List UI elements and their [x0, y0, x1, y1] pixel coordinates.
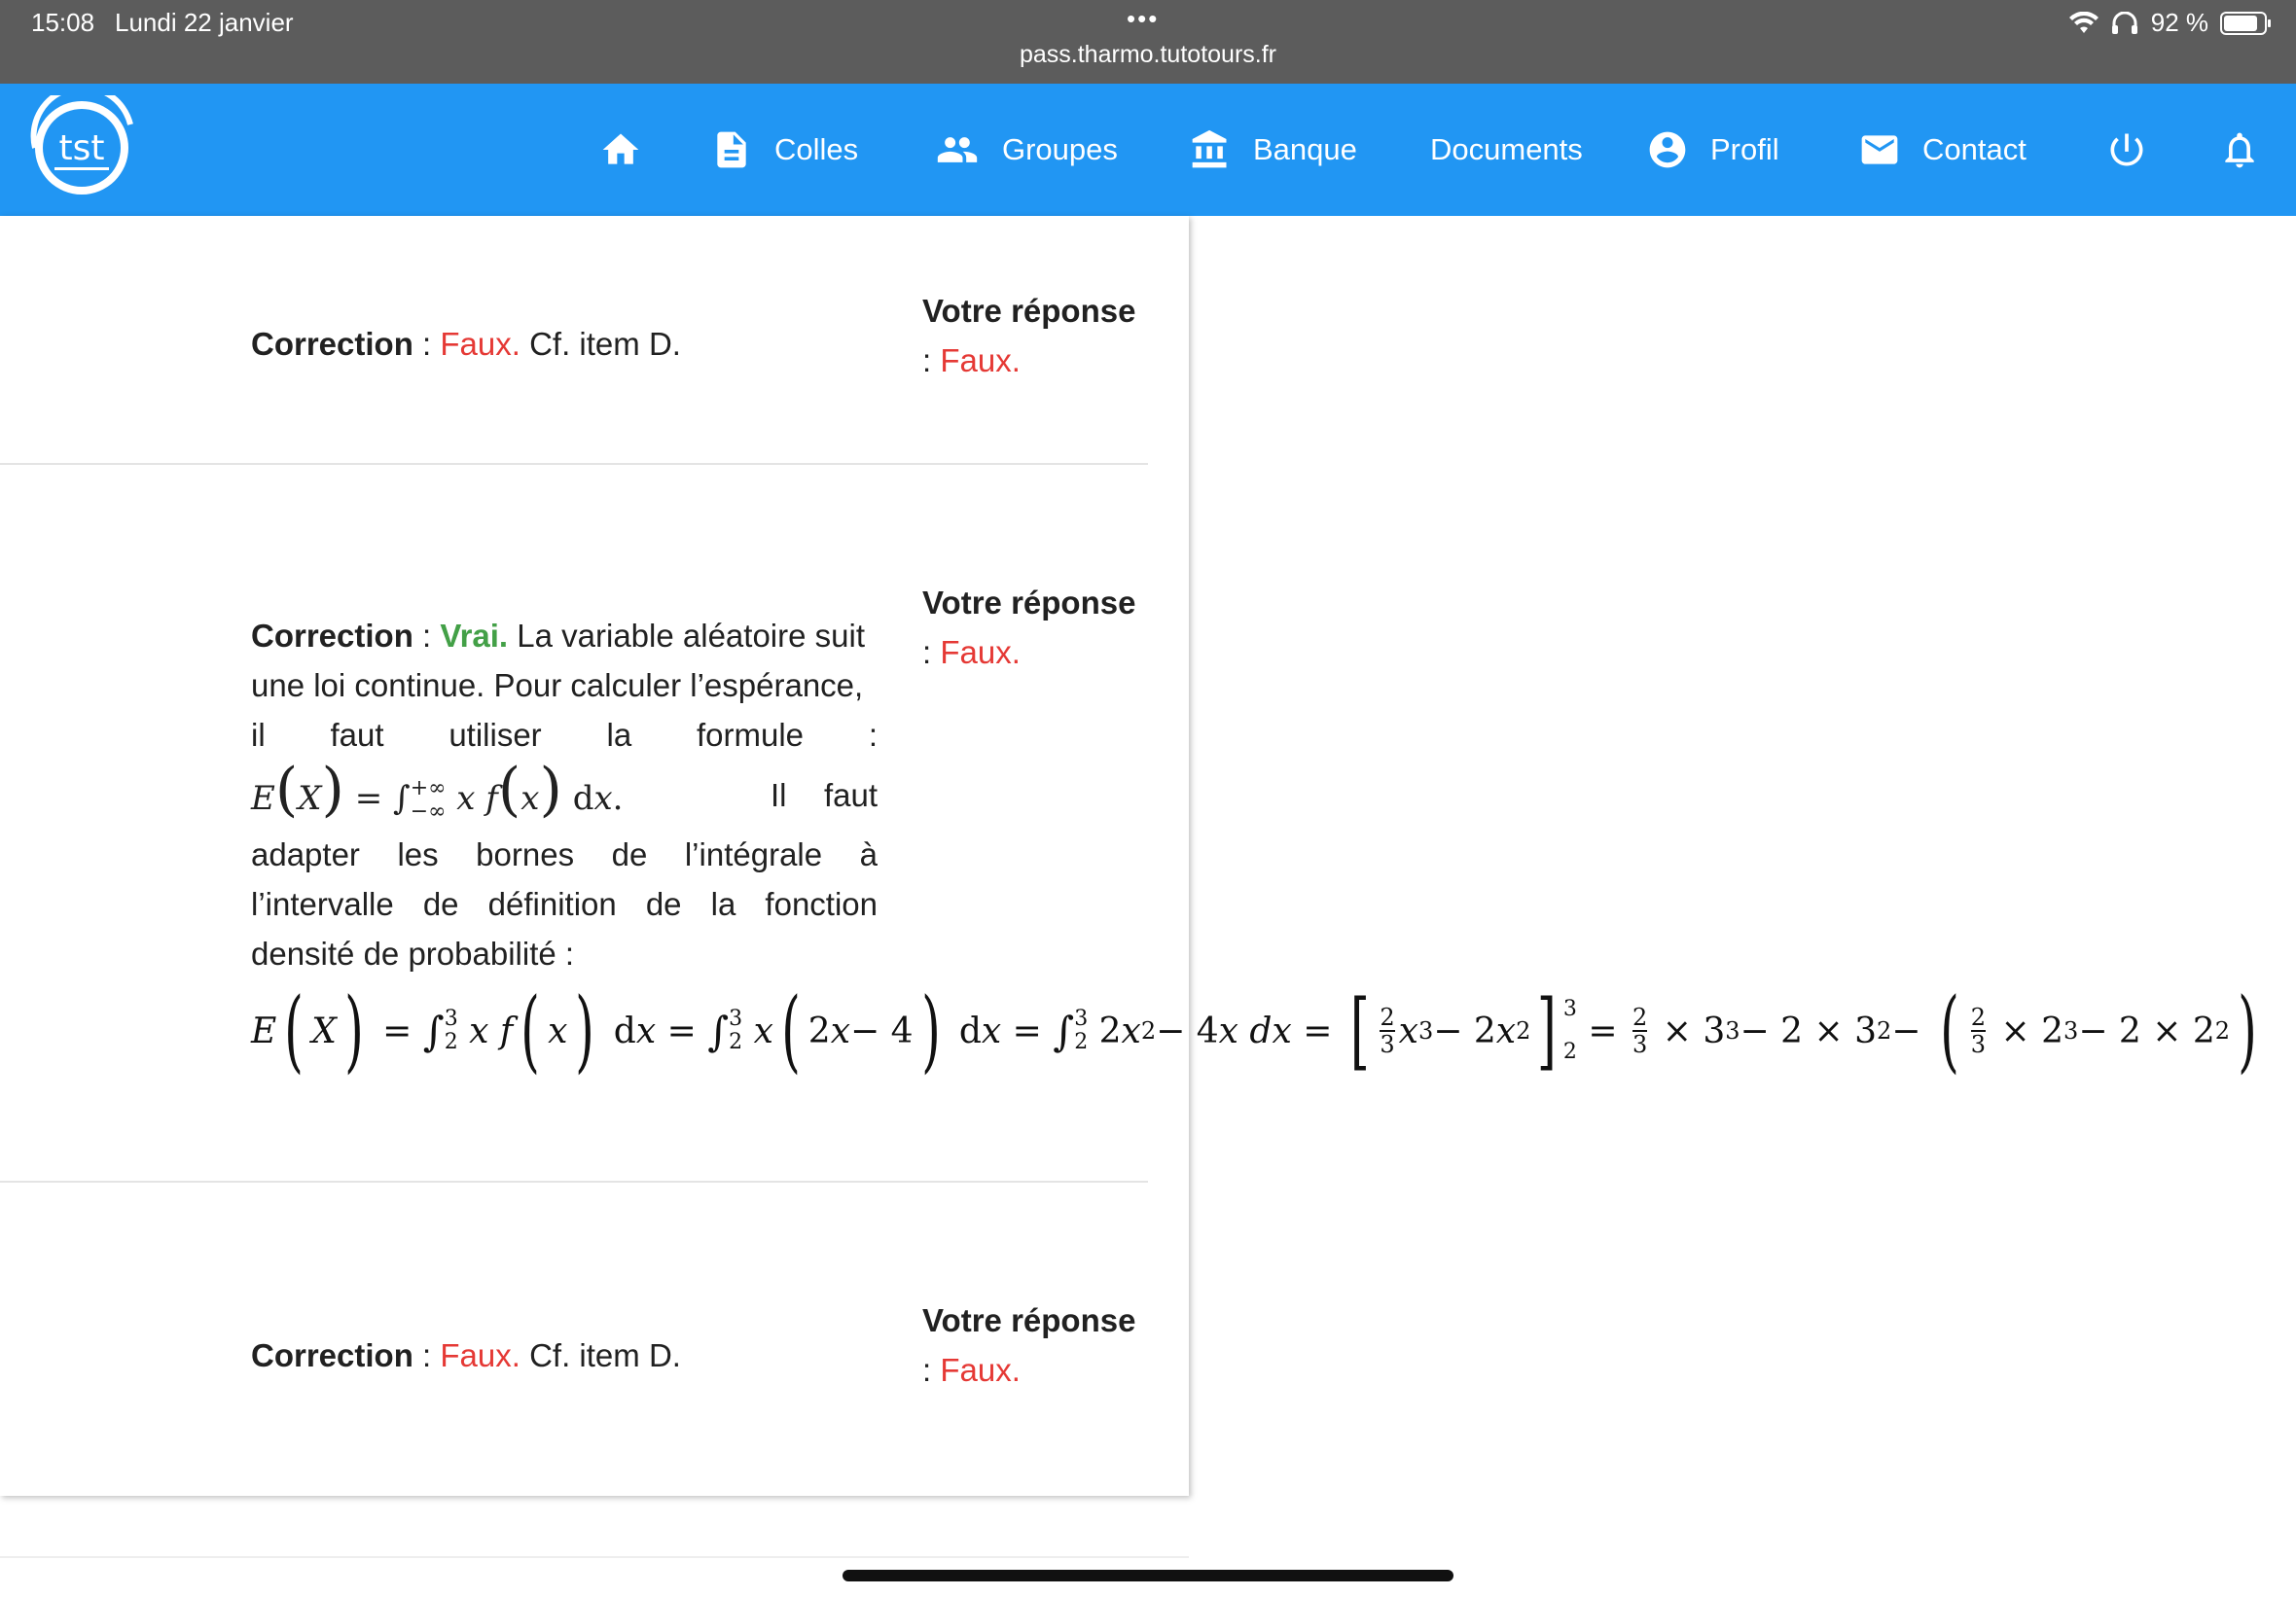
- headphones-icon: [2111, 11, 2137, 34]
- nav-notifications[interactable]: [2218, 84, 2261, 216]
- power-icon: [2110, 133, 2143, 166]
- colon: :: [922, 634, 941, 670]
- correction-label: Correction: [251, 1337, 413, 1373]
- nav-groupes[interactable]: Groupes: [934, 84, 1118, 216]
- correction-3: Correction : Faux. Cf. item D.: [251, 1331, 878, 1380]
- nav-contact-label: Contact: [1922, 132, 2027, 166]
- your-answer-title: Votre réponse: [922, 293, 1136, 329]
- separator: [0, 463, 1148, 465]
- status-indicators: 92 %: [2068, 8, 2271, 38]
- correction-label: Correction: [251, 326, 413, 362]
- verdict-vrai: Vrai.: [440, 618, 509, 654]
- correction-1: Correction : Faux. Cf. item D.: [251, 319, 878, 369]
- verdict-faux: Faux.: [440, 1337, 520, 1373]
- correction-text: Il faut: [771, 776, 878, 813]
- your-answer-2: Votre réponse : Faux.: [922, 578, 1135, 677]
- inline-formula-line: E(X) = ∫ +∞ −∞ x f(x) dx. Il faut: [251, 760, 878, 830]
- battery-percent: 92 %: [2150, 8, 2208, 37]
- nav-banque-label: Banque: [1253, 132, 1357, 166]
- correction-text: densité de probabilité :: [251, 936, 575, 972]
- more-dots-icon[interactable]: •••: [1127, 4, 1159, 34]
- correction-text: Cf. item D.: [520, 326, 681, 362]
- correction-text: adapter les bornes de l’intégrale à: [251, 836, 878, 872]
- battery-icon: [2220, 11, 2271, 35]
- wifi-icon: [2068, 11, 2099, 33]
- your-answer-3: Votre réponse : Faux.: [922, 1295, 1135, 1395]
- verdict-faux: Faux.: [440, 326, 520, 362]
- url-bar[interactable]: pass.tharmo.tutotours.fr: [0, 41, 2296, 69]
- colon: :: [413, 326, 441, 362]
- home-icon: [602, 133, 639, 164]
- colon: :: [413, 1337, 441, 1373]
- status-time: 15:08: [31, 8, 95, 37]
- bell-icon: [2225, 132, 2254, 168]
- nav-colles-label: Colles: [774, 132, 859, 166]
- your-answer-1: Votre réponse : Faux.: [922, 286, 1135, 385]
- nav-documents[interactable]: Documents: [1430, 84, 1583, 216]
- your-answer-title: Votre réponse: [922, 1302, 1136, 1338]
- corrections-card: Correction : Faux. Cf. item D. Votre rép…: [0, 216, 1189, 1496]
- status-bar: 15:08 Lundi 22 janvier ••• pass.tharmo.t…: [0, 0, 2296, 84]
- answer-value: Faux.: [940, 342, 1021, 378]
- correction-2: Correction : Vrai. La variable aléatoire…: [251, 611, 878, 978]
- mail-icon: [1861, 135, 1898, 164]
- bank-icon: [1192, 129, 1227, 168]
- nav-colles[interactable]: Colles: [710, 84, 858, 216]
- tst-logo-icon[interactable]: tst: [25, 95, 142, 200]
- your-answer-title: Votre réponse: [922, 585, 1136, 621]
- correction-text: il faut utiliser la formule :: [251, 717, 878, 753]
- correction-text: une loi continue. Pour calculer l’espéra…: [251, 667, 864, 703]
- colon: :: [922, 342, 941, 378]
- nav-logout[interactable]: [2105, 84, 2148, 216]
- nav-home[interactable]: [599, 84, 642, 216]
- correction-text: Cf. item D.: [520, 1337, 681, 1373]
- group-icon: [937, 137, 978, 162]
- home-indicator[interactable]: [843, 1570, 1453, 1581]
- answer-value: Faux.: [940, 1352, 1021, 1388]
- nav-documents-label: Documents: [1430, 132, 1583, 166]
- account-icon: [1649, 131, 1686, 168]
- colon: :: [922, 1352, 941, 1388]
- document-icon: [717, 131, 746, 168]
- top-navbar: tst Colles Groupes Banque Documents Prof…: [0, 84, 2296, 216]
- svg-text:tst: tst: [59, 128, 105, 168]
- expectation-formula: E(X) = ∫ +∞ −∞ x f(x) dx.: [251, 755, 624, 824]
- status-date: Lundi 22 janvier: [115, 8, 294, 37]
- correction-label: Correction: [251, 618, 413, 654]
- nav-groupes-label: Groupes: [1002, 132, 1118, 166]
- nav-profil-label: Profil: [1710, 132, 1779, 166]
- correction-text: La variable aléatoire suit: [508, 618, 865, 654]
- nav-contact[interactable]: Contact: [1858, 84, 2027, 216]
- expectation-computation-formula: E(X) = ∫ 3 2 x f(x) dx = ∫ 3 2 x(2 x − 4) dx …: [251, 978, 2257, 1082]
- answer-value: Faux.: [940, 634, 1021, 670]
- separator: [0, 1181, 1148, 1183]
- nav-banque[interactable]: Banque: [1189, 84, 1357, 216]
- correction-text: l’intervalle de définition de la fonctio…: [251, 886, 878, 922]
- colon: :: [413, 618, 441, 654]
- nav-profil[interactable]: Profil: [1646, 84, 1779, 216]
